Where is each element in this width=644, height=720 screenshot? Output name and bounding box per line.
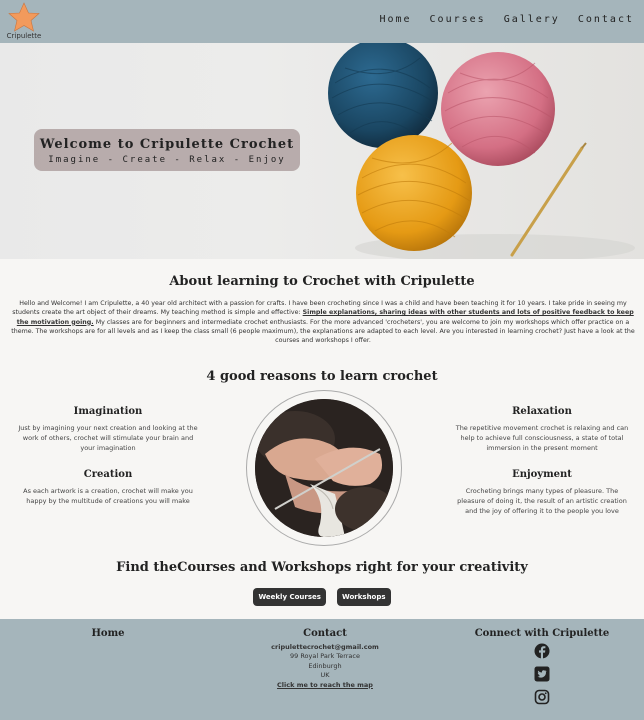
weekly-courses-button[interactable]: Weekly Courses [253, 588, 326, 606]
twitter-icon[interactable] [534, 666, 550, 682]
reason-text: The repetitive movement crochet is relax… [455, 424, 629, 452]
contact-email[interactable]: cripulettecrochet@gmail.com [250, 643, 400, 652]
about-paragraph: Hello and Welcome! I am Cripulette, a 40… [8, 299, 638, 345]
nav-home-link[interactable]: Home [379, 14, 411, 25]
reason-text: Just by imagining your next creation and… [18, 424, 198, 452]
footer-home-link[interactable]: Home [78, 628, 138, 639]
footer-contact-column: Contact cripulettecrochet@gmail.com 99 R… [250, 628, 400, 690]
reason-creation: Creation As each artwork is a creation, … [18, 469, 198, 506]
cta-buttons: Weekly Courses Workshops [0, 584, 644, 606]
contact-address-city: Edinburgh [308, 661, 342, 670]
footer-home-column: Home [78, 628, 138, 639]
about-heading: About learning to Crochet with Cripulett… [169, 274, 475, 289]
reason-text: As each artwork is a creation, crochet w… [23, 487, 193, 505]
contact-address-country: UK [320, 671, 330, 680]
footer-connect-heading: Connect with Cripulette [474, 628, 610, 639]
hero-welcome-box: Welcome to Cripulette Crochet Imagine - … [34, 129, 300, 171]
hero-title: Welcome to Cripulette Crochet [39, 137, 295, 152]
social-links [470, 643, 614, 705]
facebook-icon[interactable] [534, 643, 550, 659]
crochet-hands-illustration [255, 399, 393, 537]
crochet-hands-image-frame [246, 390, 402, 546]
reason-relaxation: Relaxation The repetitive movement croch… [452, 406, 632, 453]
nav-gallery-link[interactable]: Gallery [504, 14, 560, 25]
site-logo[interactable]: Cripulette [4, 2, 44, 40]
find-heading: Find theCourses and Workshops right for … [116, 560, 528, 575]
footer: Home Contact cripulettecrochet@gmail.com… [0, 619, 644, 720]
reason-text: Crocheting brings many types of pleasure… [457, 487, 627, 515]
contact-address-street: 99 Royal Park Terrace [289, 652, 360, 661]
reason-title: Relaxation [512, 406, 572, 417]
nav-courses-link[interactable]: Courses [430, 14, 486, 25]
reason-enjoyment: Enjoyment Crocheting brings many types o… [452, 469, 632, 516]
hero-subtitle: Imagine - Create - Relax - Enjoy [48, 155, 286, 165]
reason-imagination: Imagination Just by imagining your next … [18, 406, 198, 453]
footer-social-column: Connect with Cripulette [470, 628, 614, 712]
reason-title: Creation [83, 469, 133, 480]
top-navbar: Cripulette Home Courses Gallery Contact [0, 0, 644, 43]
logo-label: Cripulette [6, 32, 42, 40]
reason-title: Enjoyment [512, 469, 572, 480]
footer-contact-heading: Contact [303, 628, 347, 639]
reasons-heading: 4 good reasons to learn crochet [206, 369, 438, 384]
workshops-button[interactable]: Workshops [337, 588, 391, 606]
instagram-icon[interactable] [534, 689, 550, 705]
map-link[interactable]: Click me to reach the map [250, 681, 400, 690]
nav-links: Home Courses Gallery Contact [379, 14, 634, 25]
reason-title: Imagination [73, 406, 143, 417]
hero-banner: Welcome to Cripulette Crochet Imagine - … [0, 43, 644, 259]
star-logo-icon [8, 2, 40, 32]
nav-contact-link[interactable]: Contact [578, 14, 634, 25]
crochet-hands-image [255, 399, 393, 537]
about-text-part-2: My classes are for beginners and interme… [11, 318, 635, 345]
